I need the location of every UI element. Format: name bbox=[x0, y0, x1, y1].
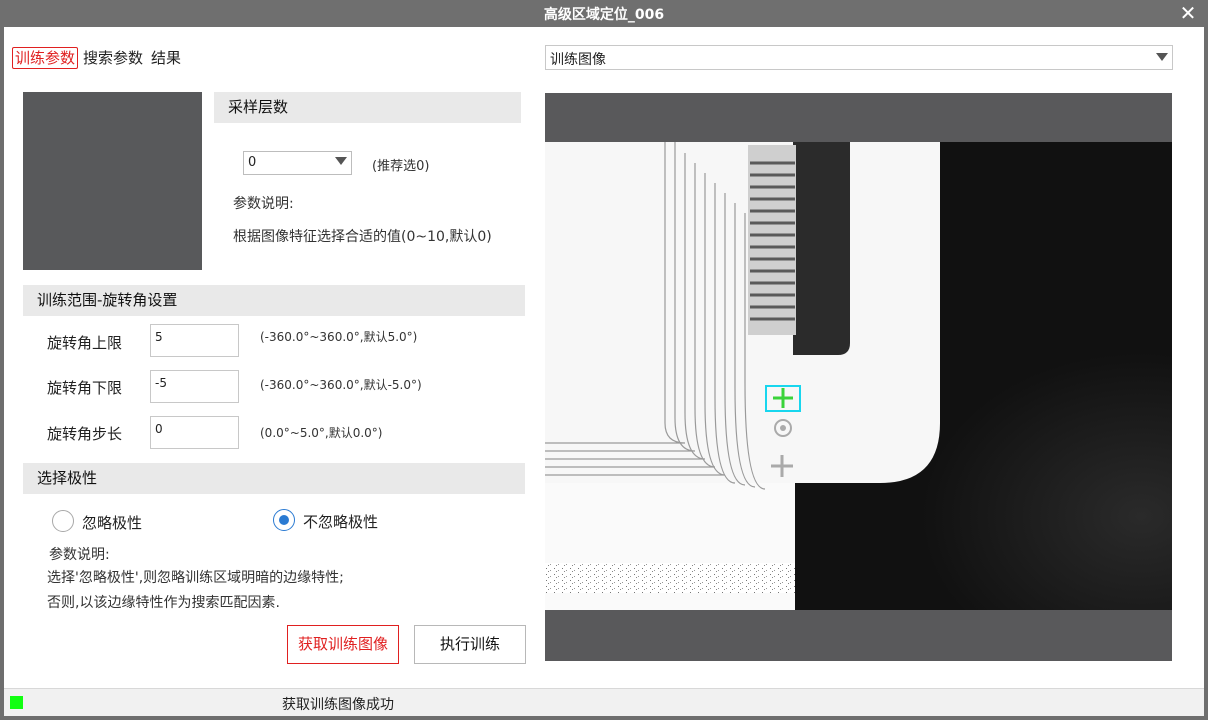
status-indicator bbox=[10, 696, 23, 709]
rotation-lower-input[interactable]: -5 bbox=[150, 370, 239, 403]
rotation-upper-hint: (-360.0°~360.0°,默认5.0°) bbox=[260, 330, 418, 344]
sampling-desc-title: 参数说明: bbox=[233, 196, 294, 212]
polarity-desc-line1: 选择'忽略极性',则忽略训练区域明暗的边缘特性; bbox=[47, 570, 344, 586]
polarity-section-header: 选择极性 bbox=[23, 463, 525, 494]
radio-ignore-polarity[interactable] bbox=[52, 510, 74, 532]
sampling-desc-text: 根据图像特征选择合适的值(0~10,默认0) bbox=[233, 229, 492, 245]
rotation-section-header: 训练范围-旋转角设置 bbox=[23, 285, 525, 316]
sampling-level-select[interactable]: 0 bbox=[243, 151, 352, 175]
rotation-upper-input[interactable]: 5 bbox=[150, 324, 239, 357]
rotation-step-input[interactable]: 0 bbox=[150, 416, 239, 449]
rotation-lower-label: 旋转角下限 bbox=[47, 379, 123, 397]
dialog-body: 训练参数 搜索参数 结果 采样层数 0 (推荐选0) 参数说明: 根据图像特征选… bbox=[4, 27, 1204, 688]
title-bar: 高级区域定位_006 ✕ bbox=[0, 0, 1208, 27]
ignore-polarity-label: 忽略极性 bbox=[82, 514, 143, 532]
sampling-recommend: (推荐选0) bbox=[372, 159, 430, 174]
keep-polarity-label: 不忽略极性 bbox=[303, 513, 379, 531]
window-title: 高级区域定位_006 bbox=[543, 7, 665, 23]
rotation-step-label: 旋转角步长 bbox=[47, 425, 123, 443]
rotation-upper-label: 旋转角上限 bbox=[47, 334, 123, 352]
training-image bbox=[545, 142, 1172, 610]
rotation-lower-hint: (-360.0°~360.0°,默认-5.0°) bbox=[260, 378, 422, 392]
polarity-desc-title: 参数说明: bbox=[49, 547, 110, 563]
tab-search-params[interactable]: 搜索参数 bbox=[80, 47, 146, 69]
tab-results[interactable]: 结果 bbox=[148, 47, 184, 69]
polarity-desc-line2: 否则,以该边缘特性作为搜索匹配因素. bbox=[47, 595, 280, 611]
radio-keep-polarity[interactable] bbox=[273, 509, 295, 531]
training-image-viewer[interactable] bbox=[545, 93, 1172, 661]
image-source-select[interactable]: 训练图像 bbox=[545, 45, 1173, 70]
run-training-button[interactable]: 执行训练 bbox=[414, 625, 526, 664]
status-bar: 获取训练图像成功 bbox=[4, 688, 1204, 716]
close-icon[interactable]: ✕ bbox=[1178, 2, 1198, 24]
tab-bar: 训练参数 搜索参数 结果 bbox=[12, 47, 184, 69]
chevron-down-icon bbox=[335, 157, 347, 165]
template-thumbnail bbox=[23, 92, 202, 270]
chevron-down-icon bbox=[1156, 53, 1168, 61]
capture-training-image-button[interactable]: 获取训练图像 bbox=[287, 625, 399, 664]
tab-train-params[interactable]: 训练参数 bbox=[12, 47, 79, 69]
rotation-step-hint: (0.0°~5.0°,默认0.0°) bbox=[260, 426, 383, 440]
status-text: 获取训练图像成功 bbox=[282, 697, 394, 713]
sampling-section-header: 采样层数 bbox=[214, 92, 521, 123]
sampling-level-value: 0 bbox=[248, 155, 257, 170]
image-source-value: 训练图像 bbox=[550, 52, 606, 68]
